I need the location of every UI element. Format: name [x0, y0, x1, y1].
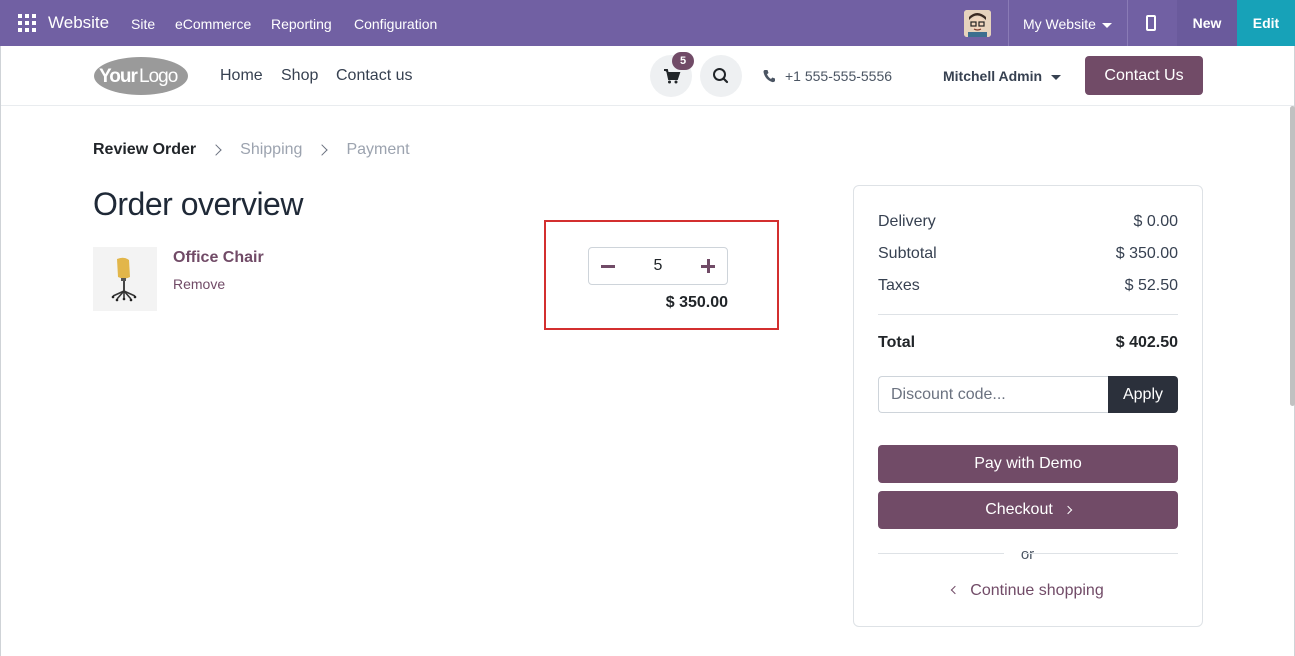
admin-menu-configuration[interactable]: Configuration — [354, 16, 437, 32]
cart-count-badge: 5 — [672, 52, 694, 70]
admin-bar: Website Site eCommerce Reporting Configu… — [0, 0, 1295, 46]
total-label: Total — [878, 334, 916, 351]
chevron-down-icon — [1051, 74, 1062, 80]
quantity-input[interactable]: 5 — [654, 257, 663, 275]
user-name: Mitchell Admin — [943, 68, 1043, 84]
checkout-button[interactable]: Checkout — [878, 491, 1178, 529]
chevron-right-icon — [316, 144, 329, 156]
search-icon — [713, 68, 729, 84]
page-border — [0, 46, 1, 656]
apps-grid-icon[interactable] — [18, 14, 36, 32]
divider — [878, 553, 1004, 554]
user-avatar[interactable] — [964, 10, 991, 37]
website-selector[interactable]: My Website — [1023, 16, 1112, 32]
or-separator: or — [1020, 546, 1035, 563]
search-button[interactable] — [700, 55, 742, 97]
svg-text:Your: Your — [99, 66, 138, 87]
discount-code-input[interactable] — [878, 376, 1109, 413]
remove-link[interactable]: Remove — [173, 276, 225, 292]
divider — [878, 314, 1178, 315]
subtotal-value: $ 350.00 — [1115, 245, 1178, 262]
admin-menu-ecommerce[interactable]: eCommerce — [175, 16, 251, 32]
chevron-right-icon — [1063, 505, 1073, 515]
product-image[interactable] — [93, 247, 157, 311]
admin-separator — [1127, 0, 1128, 46]
site-header: Your Logo Home Shop Contact us 5 +1 555-… — [0, 46, 1295, 106]
scrollbar[interactable] — [1290, 106, 1295, 406]
phone-contact[interactable]: +1 555-555-5556 — [763, 68, 892, 84]
chevron-left-icon — [951, 585, 960, 595]
office-chair-icon — [93, 247, 157, 311]
taxes-row: Taxes $ 52.50 — [878, 277, 1178, 295]
line-price: $ 350.00 — [665, 294, 728, 311]
chevron-down-icon — [1101, 22, 1112, 28]
subtotal-row: Subtotal $ 350.00 — [878, 245, 1178, 263]
delivery-row: Delivery $ 0.00 — [878, 213, 1178, 231]
admin-menu-site[interactable]: Site — [131, 16, 155, 32]
new-button[interactable]: New — [1177, 0, 1237, 46]
continue-shopping-label: Continue shopping — [970, 582, 1104, 599]
taxes-value: $ 52.50 — [1124, 277, 1178, 294]
page-title: Order overview — [93, 186, 303, 222]
total-row: Total $ 402.50 — [878, 334, 1178, 352]
checkout-steps: Review Order Shipping Payment — [93, 141, 410, 159]
plus-icon[interactable] — [701, 259, 715, 273]
site-logo[interactable]: Your Logo — [93, 56, 188, 96]
total-value: $ 402.50 — [1115, 334, 1178, 351]
step-payment: Payment — [346, 141, 410, 158]
svg-text:Logo: Logo — [139, 66, 178, 87]
mobile-preview-icon[interactable] — [1146, 15, 1156, 31]
delivery-label: Delivery — [878, 213, 936, 230]
phone-number: +1 555-555-5556 — [785, 68, 893, 84]
website-selector-label: My Website — [1023, 16, 1096, 32]
edit-button[interactable]: Edit — [1237, 0, 1295, 46]
taxes-label: Taxes — [878, 277, 920, 294]
apply-button[interactable]: Apply — [1108, 376, 1178, 413]
nav-shop[interactable]: Shop — [281, 67, 318, 85]
checkout-label: Checkout — [985, 501, 1053, 518]
admin-menu-reporting[interactable]: Reporting — [271, 16, 332, 32]
continue-shopping-link[interactable]: Continue shopping — [878, 582, 1178, 600]
pay-with-demo-button[interactable]: Pay with Demo — [878, 445, 1178, 483]
divider — [1024, 553, 1178, 554]
admin-app-name[interactable]: Website — [48, 13, 109, 33]
user-menu[interactable]: Mitchell Admin — [943, 68, 1062, 84]
nav-home[interactable]: Home — [220, 67, 263, 85]
admin-separator — [1008, 0, 1009, 46]
contact-us-button[interactable]: Contact Us — [1085, 56, 1203, 95]
minus-icon[interactable] — [601, 264, 615, 268]
delivery-value: $ 0.00 — [1133, 213, 1178, 230]
subtotal-label: Subtotal — [878, 245, 937, 262]
product-name[interactable]: Office Chair — [173, 249, 264, 267]
quantity-stepper: 5 — [588, 247, 728, 285]
chevron-right-icon — [210, 144, 222, 156]
step-review-order[interactable]: Review Order — [93, 141, 196, 159]
step-shipping: Shipping — [240, 141, 303, 158]
nav-contact-us[interactable]: Contact us — [336, 67, 412, 85]
phone-icon — [763, 70, 775, 83]
